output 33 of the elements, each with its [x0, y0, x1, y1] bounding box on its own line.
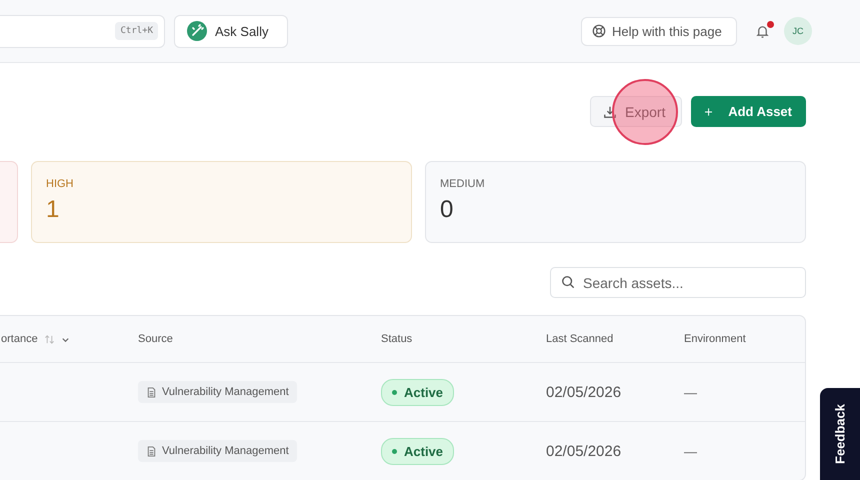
plus-icon: [705, 106, 712, 118]
help-button[interactable]: Help with this page: [581, 16, 737, 46]
document-icon: [146, 386, 157, 398]
document-icon: [146, 446, 157, 456]
download-icon: [603, 104, 617, 118]
search-field[interactable]: Search assets...: [550, 267, 806, 298]
shortcut-hint: Ctrl+K: [115, 22, 158, 40]
card-label: HIGH: [46, 178, 74, 190]
column-header[interactable]: Status: [381, 333, 412, 345]
lifebuoy-icon: [592, 24, 606, 38]
user-avatar[interactable]: JC: [784, 17, 812, 45]
bell-icon: [755, 24, 770, 38]
global-search-field[interactable]: Ctrl+K: [0, 14, 165, 48]
card-label: MEDIUM: [440, 178, 486, 190]
source-tag: Vulnerability Management: [138, 381, 297, 403]
card-count: 0: [440, 196, 454, 224]
table-cell: —: [684, 384, 697, 400]
column-header[interactable]: Last Scanned: [546, 333, 614, 345]
table-cell: 02/05/2026: [546, 442, 622, 460]
table-cell: —: [684, 444, 697, 458]
status-badge: Active: [381, 438, 454, 464]
feedback-tab[interactable]: Feedback: [820, 388, 860, 480]
magic-wand-icon: [187, 21, 207, 41]
ask-sally-button[interactable]: Ask Sally: [174, 14, 288, 48]
table-cell: 02/05/2026: [546, 384, 622, 400]
search-icon: [561, 275, 575, 289]
status-badge: Active: [381, 378, 454, 406]
card-count: 1: [46, 196, 60, 224]
column-header[interactable]: Source: [138, 333, 173, 345]
add-asset-button[interactable]: Add Asset: [691, 96, 806, 127]
source-tag: Vulnerability Management: [138, 440, 297, 462]
column-header[interactable]: Environment: [684, 333, 746, 345]
column-header[interactable]: ortance: [1, 333, 38, 345]
